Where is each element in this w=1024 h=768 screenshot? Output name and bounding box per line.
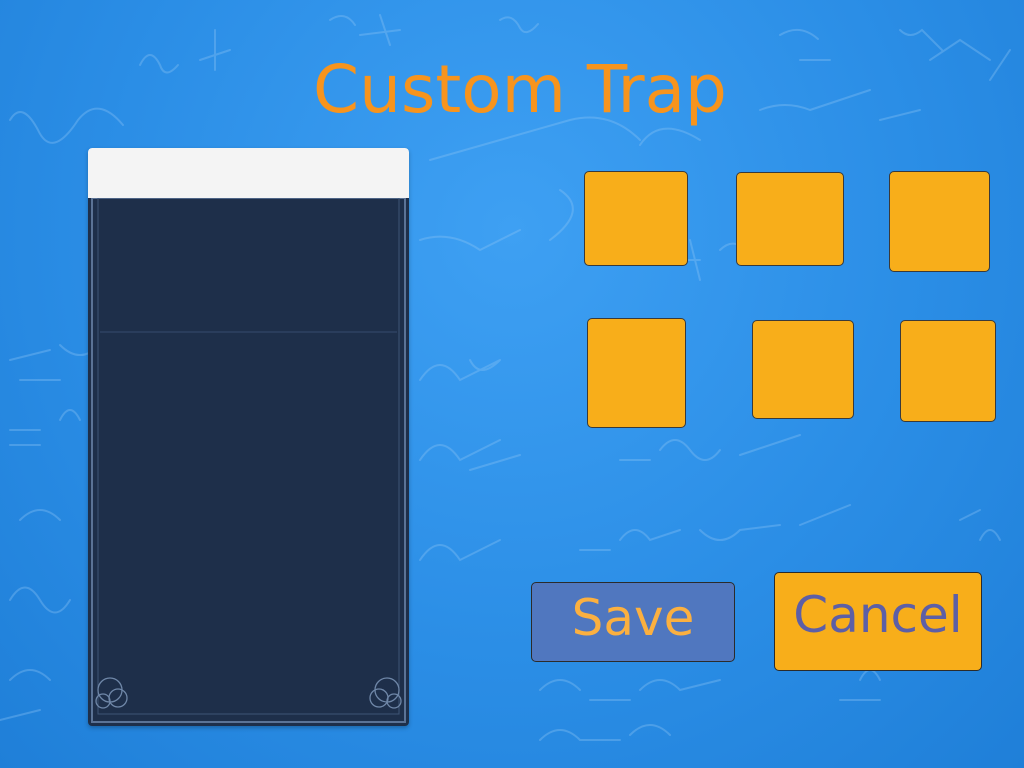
save-button[interactable]: Save bbox=[531, 582, 735, 662]
panel-header-bar bbox=[88, 148, 409, 198]
trap-slot-6[interactable] bbox=[900, 320, 996, 422]
trap-slot-2[interactable] bbox=[736, 172, 844, 266]
panel-body[interactable] bbox=[88, 198, 409, 726]
trap-slot-5[interactable] bbox=[752, 320, 854, 419]
trap-slot-1[interactable] bbox=[584, 171, 688, 266]
ornate-frame-decoration bbox=[91, 198, 406, 723]
cancel-button[interactable]: Cancel bbox=[774, 572, 982, 671]
page-title: Custom Trap bbox=[313, 51, 727, 128]
trap-slot-3[interactable] bbox=[889, 171, 990, 272]
trap-preview-panel bbox=[88, 148, 409, 726]
trap-slot-4[interactable] bbox=[587, 318, 686, 428]
